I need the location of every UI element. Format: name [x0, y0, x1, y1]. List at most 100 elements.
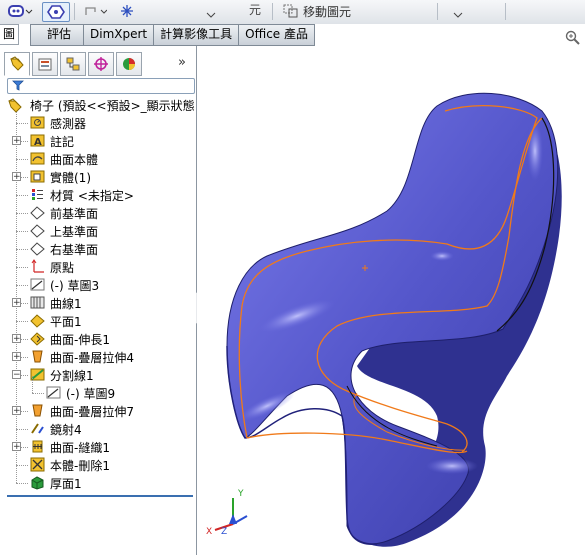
tree-root-label: 椅子 (預設<<預設>_顯示狀態	[30, 98, 195, 113]
tab-office-products[interactable]: Office 產品	[239, 25, 314, 45]
triad-z-label: Z	[221, 527, 227, 536]
tree-item-label: 感測器	[50, 116, 87, 131]
tree-item-split-line1[interactable]: − 分割線1	[0, 366, 196, 384]
tree-item-surface-extend1[interactable]: + 曲面-伸長1	[0, 330, 196, 348]
tree-item-surface-loft4[interactable]: + 曲面-疊層拉伸4	[0, 348, 196, 366]
tree-item-label: 上基準面	[50, 224, 99, 239]
tree-filter-input[interactable]	[7, 78, 195, 94]
plane-icon	[30, 223, 45, 238]
tree-item-label: 右基準面	[50, 242, 99, 257]
propertymanager-icon	[38, 58, 52, 71]
top-toolbar: 元 移動圖元	[0, 0, 585, 25]
sensor-icon	[30, 115, 45, 130]
expand-toggle-icon[interactable]: +	[12, 352, 21, 362]
tree-item-thicken1[interactable]: 厚面1	[0, 474, 196, 492]
expand-toggle-icon[interactable]: +	[12, 298, 21, 308]
tree-item-material[interactable]: 材質 <未指定>	[0, 186, 196, 204]
point-tool-icon[interactable]	[118, 2, 136, 20]
tree-item-label: 註記	[50, 134, 75, 149]
expand-toggle-icon[interactable]: +	[12, 136, 21, 146]
tree-item-label: 曲面-疊層拉伸4	[50, 350, 134, 365]
planefeat-icon	[30, 313, 45, 328]
loft-icon	[30, 403, 45, 418]
tree-item-sensors[interactable]: 感測器	[0, 114, 196, 132]
commandmanager-tabs: 評估 DimXpert 計算影像工具 Office 產品	[30, 24, 315, 46]
dropdown-arrow-icon-2[interactable]	[452, 7, 464, 25]
collapse-toggle-icon[interactable]: −	[12, 370, 21, 380]
tree-item-label: 曲面-疊層拉伸7	[50, 404, 134, 419]
chair-model[interactable]	[197, 46, 585, 555]
tree-item-label: 原點	[50, 260, 75, 275]
more-tabs-chevron-icon[interactable]: »	[178, 55, 186, 70]
tree-item-label: 平面1	[50, 314, 82, 329]
tree-item-sketch9[interactable]: (-) 草圖9	[0, 376, 196, 402]
part-icon	[8, 97, 23, 113]
tree-item-top-plane[interactable]: 上基準面	[0, 222, 196, 240]
display-style-icon[interactable]	[6, 2, 34, 20]
surfbody-icon	[30, 151, 45, 166]
configurationmanager-tab[interactable]	[60, 52, 86, 76]
solid-icon	[30, 169, 45, 184]
expand-toggle-icon[interactable]: +	[12, 442, 21, 452]
tree-item-plane1[interactable]: 平面1	[0, 312, 196, 330]
tab-features-partial[interactable]: 圖	[0, 24, 20, 45]
tree-item-origin[interactable]: 原點	[0, 258, 196, 276]
delete-icon	[30, 457, 45, 472]
commandmanager-tabbar: 圖 評估 DimXpert 計算影像工具 Office 產品	[0, 24, 585, 46]
thicken-icon	[30, 475, 45, 490]
tree-item-curve1[interactable]: + 曲線1	[0, 294, 196, 312]
tab-dimxpert[interactable]: DimXpert	[84, 25, 155, 45]
tree-item-label: 分割線1	[50, 368, 94, 383]
tree-item-label: 厚面1	[50, 476, 82, 491]
displaymanager-tab[interactable]	[116, 52, 142, 76]
feature-manager-tabs	[4, 52, 142, 76]
dropdown-arrow-icon[interactable]	[205, 7, 217, 25]
sketch-icon	[30, 277, 45, 292]
displaymanager-pie-icon	[123, 58, 135, 70]
dimxpert-crosshair-icon	[94, 57, 108, 71]
tree-item-label: 曲面-縫織1	[50, 440, 110, 455]
feature-manager-panel: » 椅子 (預設<<預設>_顯示狀態 感測器 + A 註記曲面本體 + 實體(1) 材質 <…	[0, 46, 197, 555]
tab-evaluate[interactable]: 評估	[31, 25, 85, 45]
tree-item-mirror4[interactable]: 鏡射4	[0, 420, 196, 438]
triad-x-label: X	[206, 527, 212, 536]
plane-icon	[30, 205, 45, 220]
sketch-icon	[46, 385, 61, 400]
undo-arrow-icon[interactable]	[82, 2, 108, 20]
partial-label: 元	[248, 2, 261, 17]
expand-toggle-icon[interactable]: +	[12, 172, 21, 182]
tree-item-label: 曲面-伸長1	[50, 332, 110, 347]
tree-item-label: 本體-刪除1	[50, 458, 110, 473]
tree-item-right-plane[interactable]: 右基準面	[0, 240, 196, 258]
expand-toggle-icon[interactable]: +	[12, 334, 21, 344]
tree-item-surface-knit1[interactable]: + 曲面-縫織1	[0, 438, 196, 456]
material-icon	[30, 187, 45, 202]
curve-icon	[30, 295, 45, 310]
tree-item-front-plane[interactable]: 前基準面	[0, 204, 196, 222]
tree-item-label: 曲線1	[50, 296, 82, 311]
move-entities-icon	[283, 4, 298, 18]
propertymanager-tab[interactable]	[32, 52, 58, 76]
dimxpertmanager-tab[interactable]	[88, 52, 114, 76]
graphics-area[interactable]: Y X Z	[197, 46, 585, 555]
tree-item-label: 曲面本體	[50, 152, 99, 167]
rollback-bar[interactable]	[7, 495, 193, 497]
move-entities-button[interactable]: 移動圖元	[283, 3, 351, 19]
tree-root-part[interactable]: 椅子 (預設<<預設>_顯示狀態	[0, 96, 196, 114]
featuremanager-tab[interactable]	[4, 52, 30, 76]
knit-icon	[30, 439, 45, 454]
tree-item-surface-bodies[interactable]: 曲面本體	[0, 150, 196, 168]
tab-render-tools[interactable]: 計算影像工具	[154, 25, 240, 45]
tree-item-label: 前基準面	[50, 206, 99, 221]
tree-item-solid-bodies[interactable]: + 實體(1)	[0, 168, 196, 186]
tree-item-annotations[interactable]: + A 註記	[0, 132, 196, 150]
tree-item-surface-loft7[interactable]: + 曲面-疊層拉伸7	[0, 402, 196, 420]
zoom-to-fit-icon[interactable]	[565, 30, 581, 46]
filter-funnel-icon	[12, 80, 24, 91]
hexagon-tool-icon[interactable]	[42, 2, 70, 22]
expand-toggle-icon[interactable]: +	[12, 406, 21, 416]
featuremanager-tree-icon	[10, 56, 24, 71]
tree-item-body-delete1[interactable]: 本體-刪除1	[0, 456, 196, 474]
mirror-icon	[30, 421, 45, 436]
tree-item-sketch3[interactable]: (-) 草圖3	[0, 276, 196, 294]
